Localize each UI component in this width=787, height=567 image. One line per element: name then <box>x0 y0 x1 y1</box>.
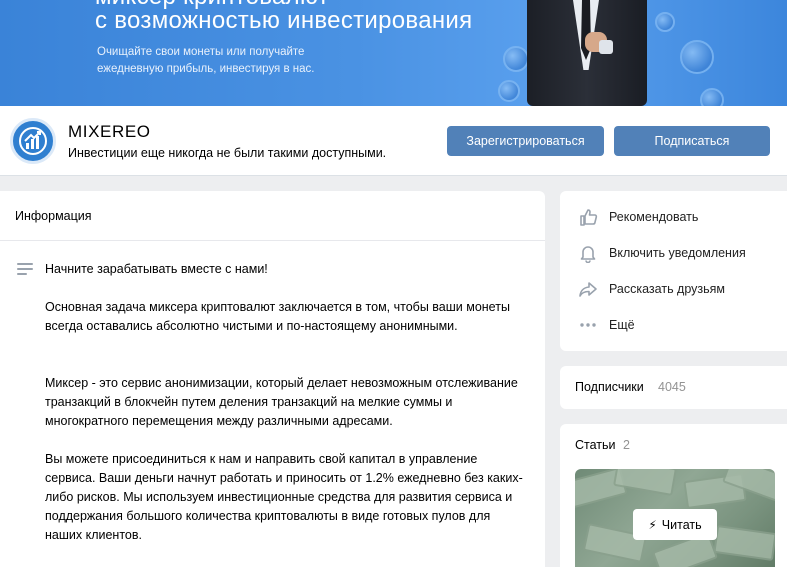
coin-decoration <box>503 46 529 72</box>
register-button[interactable]: Зарегистрироваться <box>447 126 604 156</box>
article-cover[interactable]: ⚡ Читать <box>575 469 775 567</box>
banner-subtitle-line1: Очищайте свои монеты или получайте <box>97 46 305 58</box>
more-action[interactable]: Ещё <box>560 307 787 343</box>
subscribers-title: Подписчики <box>575 380 644 394</box>
group-cover-banner: миксер криптовалют с возможностью инвест… <box>0 0 787 106</box>
coin-decoration <box>498 80 520 102</box>
actions-card: Рекомендовать Включить уведомления Расск… <box>560 191 787 351</box>
businessman-image <box>527 0 647 106</box>
subscribe-button[interactable]: Подписаться <box>614 126 770 156</box>
group-name: MIXEREO <box>68 122 151 141</box>
group-header: MIXEREO Инвестиции еще никогда не были т… <box>0 106 787 176</box>
lightning-icon: ⚡ <box>648 517 657 532</box>
banner-title-line2: с возможностью инвестирования <box>95 7 473 34</box>
info-paragraph: Начните зарабатывать вместе с нами! <box>45 262 268 276</box>
subscribers-count: 4045 <box>658 380 686 394</box>
banner-subtitle-line2: ежедневную прибыль, инвестируя в нас. <box>97 63 315 75</box>
read-label: Читать <box>661 517 702 532</box>
group-status: Инвестиции еще никогда не были такими до… <box>68 146 387 160</box>
recommend-action[interactable]: Рекомендовать <box>560 199 787 235</box>
more-label: Ещё <box>609 318 635 332</box>
bell-icon <box>577 242 599 264</box>
subscribers-card[interactable]: Подписчики 4045 <box>560 366 787 409</box>
info-paragraph: Основная задача миксера криптовалют закл… <box>45 300 510 333</box>
more-dots-icon <box>577 314 599 336</box>
info-paragraph: Вы можете присоединиться к нам и направи… <box>45 452 523 542</box>
coin-decoration <box>655 12 675 32</box>
share-action[interactable]: Рассказать друзьям <box>560 271 787 307</box>
group-avatar[interactable] <box>10 118 56 164</box>
thumbs-up-icon <box>577 206 599 228</box>
text-lines-icon <box>17 263 33 275</box>
growth-chart-icon <box>19 127 47 155</box>
articles-title[interactable]: Статьи <box>575 438 616 452</box>
recommend-label: Рекомендовать <box>609 210 699 224</box>
share-arrow-icon <box>577 278 599 300</box>
notifications-label: Включить уведомления <box>609 246 746 260</box>
coin-decoration <box>680 40 714 74</box>
info-paragraph: Миксер - это сервис анонимизации, которы… <box>45 376 518 428</box>
info-title: Информация <box>15 209 92 223</box>
articles-count: 2 <box>623 438 630 452</box>
divider <box>0 240 545 241</box>
coin-decoration <box>700 88 724 106</box>
articles-card: Статьи 2 ⚡ Читать <box>560 424 787 567</box>
notifications-action[interactable]: Включить уведомления <box>560 235 787 271</box>
read-button[interactable]: ⚡ Читать <box>633 509 717 540</box>
info-card: Информация Начните зарабатывать вместе с… <box>0 191 545 567</box>
share-label: Рассказать друзьям <box>609 282 726 296</box>
